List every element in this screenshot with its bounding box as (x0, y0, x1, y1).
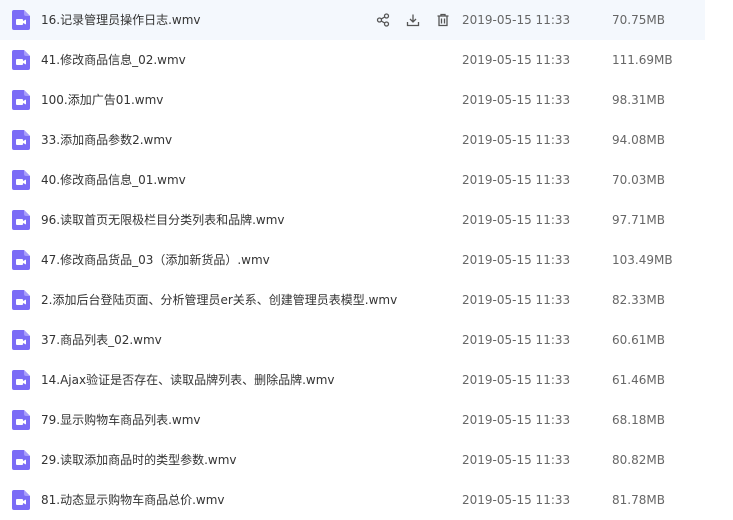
video-file-icon (12, 370, 30, 390)
file-date: 2019-05-15 11:33 (462, 173, 571, 187)
file-date: 2019-05-15 11:33 (462, 93, 571, 107)
file-date: 2019-05-15 11:33 (462, 53, 571, 67)
file-name[interactable]: 37.商品列表_02.wmv (41, 320, 162, 360)
file-name[interactable]: 79.显示购物车商品列表.wmv (41, 400, 201, 440)
file-size: 61.46MB (612, 373, 665, 387)
file-size: 97.71MB (612, 213, 665, 227)
file-date: 2019-05-15 11:33 (462, 333, 571, 347)
file-row[interactable]: 100.添加广告01.wmv 2019-05-15 11:33 98.31MB (0, 80, 705, 120)
file-size: 68.18MB (612, 413, 665, 427)
file-name[interactable]: 96.读取首页无限极栏目分类列表和品牌.wmv (41, 200, 285, 240)
file-date: 2019-05-15 11:33 (462, 453, 571, 467)
file-row[interactable]: 47.修改商品货品_03（添加新货品）.wmv 2019-05-15 11:33… (0, 240, 705, 280)
file-name[interactable]: 47.修改商品货品_03（添加新货品）.wmv (41, 240, 270, 280)
file-name[interactable]: 81.动态显示购物车商品总价.wmv (41, 480, 225, 520)
video-file-icon (12, 50, 30, 70)
file-size: 111.69MB (612, 53, 673, 67)
file-size: 81.78MB (612, 493, 665, 507)
file-name[interactable]: 41.修改商品信息_02.wmv (41, 40, 186, 80)
file-row[interactable]: 81.动态显示购物车商品总价.wmv 2019-05-15 11:33 81.7… (0, 480, 705, 520)
file-row[interactable]: 33.添加商品参数2.wmv 2019-05-15 11:33 94.08MB (0, 120, 705, 160)
share-icon[interactable] (372, 9, 394, 31)
file-name[interactable]: 14.Ajax验证是否存在、读取品牌列表、删除品牌.wmv (41, 360, 335, 400)
file-size: 103.49MB (612, 253, 673, 267)
file-name[interactable]: 33.添加商品参数2.wmv (41, 120, 172, 160)
video-file-icon (12, 170, 30, 190)
file-date: 2019-05-15 11:33 (462, 493, 571, 507)
file-row[interactable]: 2.添加后台登陆页面、分析管理员er关系、创建管理员表模型.wmv 2019-0… (0, 280, 705, 320)
file-date: 2019-05-15 11:33 (462, 373, 571, 387)
video-file-icon (12, 330, 30, 350)
video-file-icon (12, 290, 30, 310)
file-date: 2019-05-15 11:33 (462, 413, 571, 427)
video-file-icon (12, 450, 30, 470)
video-file-icon (12, 410, 30, 430)
file-name[interactable]: 100.添加广告01.wmv (41, 80, 163, 120)
file-size: 70.75MB (612, 13, 665, 27)
video-file-icon (12, 130, 30, 150)
video-file-icon (12, 250, 30, 270)
file-row[interactable]: 37.商品列表_02.wmv 2019-05-15 11:33 60.61MB (0, 320, 705, 360)
file-row[interactable]: 14.Ajax验证是否存在、读取品牌列表、删除品牌.wmv 2019-05-15… (0, 360, 705, 400)
file-size: 60.61MB (612, 333, 665, 347)
file-row[interactable]: 40.修改商品信息_01.wmv 2019-05-15 11:33 70.03M… (0, 160, 705, 200)
file-size: 80.82MB (612, 453, 665, 467)
file-date: 2019-05-15 11:33 (462, 133, 571, 147)
download-icon[interactable] (402, 9, 424, 31)
file-date: 2019-05-15 11:33 (462, 13, 571, 27)
row-actions (372, 9, 454, 31)
video-file-icon (12, 90, 30, 110)
file-name[interactable]: 16.记录管理员操作日志.wmv (41, 0, 201, 40)
file-row[interactable]: 96.读取首页无限极栏目分类列表和品牌.wmv 2019-05-15 11:33… (0, 200, 705, 240)
file-date: 2019-05-15 11:33 (462, 293, 571, 307)
file-size: 98.31MB (612, 93, 665, 107)
video-file-icon (12, 210, 30, 230)
file-size: 94.08MB (612, 133, 665, 147)
file-list: 16.记录管理员操作日志.wmv 2019-05-15 11:33 70.75M… (0, 0, 705, 520)
file-size: 70.03MB (612, 173, 665, 187)
file-name[interactable]: 29.读取添加商品时的类型参数.wmv (41, 440, 237, 480)
file-size: 82.33MB (612, 293, 665, 307)
video-file-icon (12, 490, 30, 510)
video-file-icon (12, 10, 30, 30)
file-row[interactable]: 79.显示购物车商品列表.wmv 2019-05-15 11:33 68.18M… (0, 400, 705, 440)
file-row[interactable]: 16.记录管理员操作日志.wmv 2019-05-15 11:33 70.75M… (0, 0, 705, 40)
file-date: 2019-05-15 11:33 (462, 253, 571, 267)
file-date: 2019-05-15 11:33 (462, 213, 571, 227)
file-row[interactable]: 29.读取添加商品时的类型参数.wmv 2019-05-15 11:33 80.… (0, 440, 705, 480)
file-row[interactable]: 41.修改商品信息_02.wmv 2019-05-15 11:33 111.69… (0, 40, 705, 80)
file-name[interactable]: 2.添加后台登陆页面、分析管理员er关系、创建管理员表模型.wmv (41, 280, 397, 320)
file-name[interactable]: 40.修改商品信息_01.wmv (41, 160, 186, 200)
trash-icon[interactable] (432, 9, 454, 31)
